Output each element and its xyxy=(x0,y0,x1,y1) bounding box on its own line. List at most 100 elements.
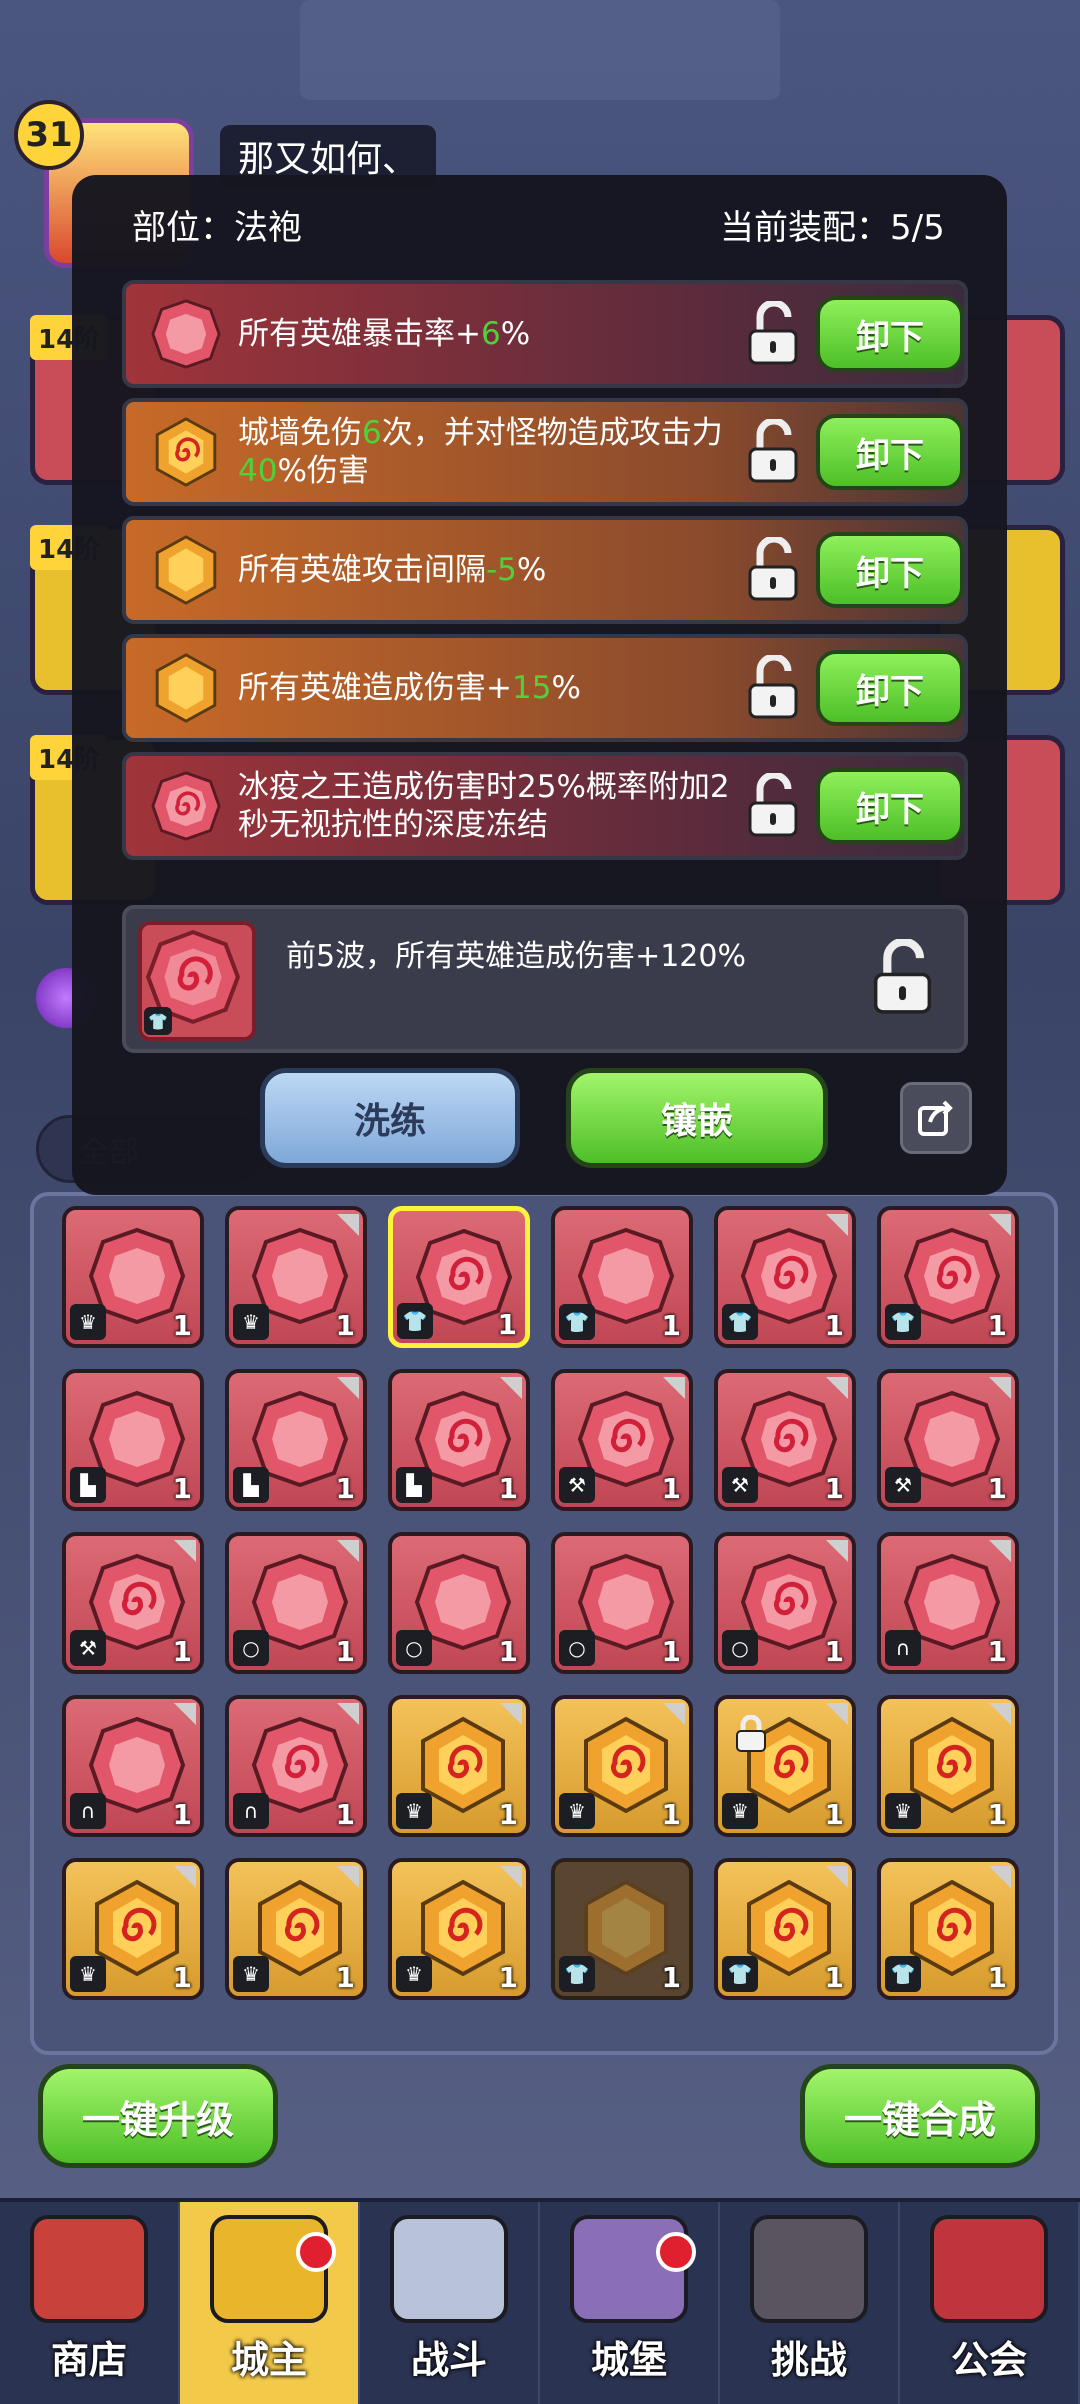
gem-slot[interactable]: 👕 1 xyxy=(551,1206,693,1348)
equipped-gem-row: 所有英雄暴击率+6% 卸下 xyxy=(122,280,968,388)
shirt-slot-icon: 👕 xyxy=(559,1304,595,1340)
gem-inventory-grid: ♛ 1 ♛ 1 👕 1 👕 1 👕 1 👕 1 ▙ 1 ▙ 1 ▙ 1 ⚒ 1 ⚒ 1 ⚒ 1 ⚒ 1 ○ 1 ○ 1 ○ 1 ○ 1 ∩ 1 ∩ 1 ∩ 1… xyxy=(30,1192,1058,2055)
unlock-icon[interactable] xyxy=(746,537,806,603)
gold-gem-icon xyxy=(150,652,222,724)
gem-slot[interactable]: ∩ 1 xyxy=(877,1532,1019,1674)
gem-slot[interactable]: ♛ 1 xyxy=(877,1695,1019,1837)
row-text-c: %伤害 xyxy=(277,453,369,489)
refine-button[interactable]: 洗练 xyxy=(260,1068,520,1168)
unlock-icon[interactable] xyxy=(746,773,806,839)
gem-slot[interactable]: 👕 1 xyxy=(714,1206,856,1348)
shirt-slot-icon: 👕 xyxy=(885,1304,921,1340)
lock-icon xyxy=(736,1715,766,1752)
gem-slot[interactable]: ○ 1 xyxy=(225,1532,367,1674)
row-text-b: % xyxy=(551,670,581,706)
gem-slot[interactable]: ⚒ 1 xyxy=(714,1369,856,1511)
gem-slot[interactable]: 👕 1 xyxy=(551,1858,693,2000)
slot-position-label: 部位：法袍 xyxy=(132,208,302,248)
gem-count: 1 xyxy=(661,1309,681,1342)
nav-item-crown[interactable]: 城主 xyxy=(180,2202,360,2404)
unequip-button[interactable]: 卸下 xyxy=(816,768,964,844)
row-text-a: 城墙免伤 xyxy=(238,415,362,451)
crown-slot-icon: ♛ xyxy=(885,1793,921,1829)
gem-slot[interactable]: 👕 1 xyxy=(714,1858,856,2000)
red-gem-icon xyxy=(150,770,222,842)
nav-label: 商店 xyxy=(50,2338,127,2382)
row-text-b: % xyxy=(516,552,547,588)
unequip-button[interactable]: 卸下 xyxy=(816,532,964,608)
merge-all-button[interactable]: 一键合成 xyxy=(800,2064,1040,2168)
gem-slot[interactable]: 👕 1 xyxy=(388,1206,530,1348)
unlock-icon[interactable] xyxy=(746,301,806,367)
gem-slot[interactable]: ♛ 1 xyxy=(62,1206,204,1348)
gem-slot[interactable]: ∩ 1 xyxy=(62,1695,204,1837)
gem-slot[interactable]: ♛ 1 xyxy=(551,1695,693,1837)
inlay-button[interactable]: 镶嵌 xyxy=(566,1068,828,1168)
nav-item-shop[interactable]: 商店 xyxy=(0,2202,180,2404)
gem-slot[interactable]: ♛ 1 xyxy=(225,1206,367,1348)
gem-count: 1 xyxy=(987,1635,1007,1668)
gem-slot[interactable]: ○ 1 xyxy=(388,1532,530,1674)
ring-slot-icon: ○ xyxy=(396,1630,432,1666)
crown-slot-icon: ♛ xyxy=(233,1304,269,1340)
nav-label: 城主 xyxy=(230,2338,307,2382)
unlock-icon[interactable] xyxy=(871,939,941,1017)
unequip-button[interactable]: 卸下 xyxy=(816,414,964,490)
gold-gem-icon xyxy=(150,416,222,488)
gem-slot[interactable]: ▙ 1 xyxy=(62,1369,204,1511)
nav-item-castle[interactable]: 城堡 xyxy=(540,2202,720,2404)
gem-slot[interactable]: ♛ 1 xyxy=(62,1858,204,2000)
gem-slot[interactable]: ♛ 1 xyxy=(388,1695,530,1837)
gem-slot[interactable]: ⚒ 1 xyxy=(877,1369,1019,1511)
gem-count: 1 xyxy=(498,1635,518,1668)
gem-slot[interactable]: ⚒ 1 xyxy=(62,1532,204,1674)
gem-slot[interactable]: ♛ 1 xyxy=(388,1858,530,2000)
row-text-a: 所有英雄暴击率+ xyxy=(238,316,481,352)
ring-slot-icon: ○ xyxy=(722,1630,758,1666)
upgrade-all-button[interactable]: 一键升级 xyxy=(38,2064,278,2168)
ring-slot-icon: ○ xyxy=(559,1630,595,1666)
gem-slot[interactable]: ♛ 1 xyxy=(714,1695,856,1837)
new-corner-icon xyxy=(500,1703,522,1725)
gem-count: 1 xyxy=(661,1961,681,1994)
gem-slot[interactable]: 👕 1 xyxy=(877,1206,1019,1348)
gem-count: 1 xyxy=(172,1635,192,1668)
nav-item-guild[interactable]: 公会 xyxy=(900,2202,1080,2404)
unlock-icon[interactable] xyxy=(746,419,806,485)
gem-count: 1 xyxy=(172,1798,192,1831)
unequip-button[interactable]: 卸下 xyxy=(816,650,964,726)
gem-effect-text: 所有英雄攻击间隔-5% xyxy=(238,551,734,589)
gem-count: 1 xyxy=(987,1961,1007,1994)
nav-item-swords[interactable]: 战斗 xyxy=(360,2202,540,2404)
equipped-gem-row: 冰疫之王造成伤害时25%概率附加2秒无视抗性的深度冻结 卸下 xyxy=(122,752,968,860)
gem-count: 1 xyxy=(497,1308,517,1341)
gem-slot[interactable]: ▙ 1 xyxy=(225,1369,367,1511)
boot-slot-icon: ▙ xyxy=(396,1467,432,1503)
gem-count: 1 xyxy=(824,1798,844,1831)
gem-count: 1 xyxy=(824,1635,844,1668)
boot-slot-icon: ▙ xyxy=(70,1467,106,1503)
share-button[interactable] xyxy=(900,1082,972,1154)
gem-effect-text: 所有英雄造成伤害+15% xyxy=(238,669,734,707)
row-value: -5 xyxy=(486,552,517,588)
nav-label: 公会 xyxy=(950,2338,1027,2382)
gem-slot[interactable]: ♛ 1 xyxy=(225,1858,367,2000)
gem-count: 1 xyxy=(335,1472,355,1505)
gem-slot[interactable]: ⚒ 1 xyxy=(551,1369,693,1511)
necklace-slot-icon: ∩ xyxy=(885,1630,921,1666)
gem-slot[interactable]: 👕 1 xyxy=(877,1858,1019,2000)
gem-count: 1 xyxy=(498,1472,518,1505)
gem-count: 1 xyxy=(498,1798,518,1831)
gem-count: 1 xyxy=(661,1472,681,1505)
gem-count: 1 xyxy=(335,1309,355,1342)
unlock-icon[interactable] xyxy=(746,655,806,721)
unequip-button[interactable]: 卸下 xyxy=(816,296,964,372)
red-gem-icon xyxy=(150,298,222,370)
gem-slot[interactable]: ∩ 1 xyxy=(225,1695,367,1837)
gem-slot[interactable]: ○ 1 xyxy=(714,1532,856,1674)
gem-count: 1 xyxy=(661,1798,681,1831)
crown-slot-icon: ♛ xyxy=(70,1956,106,1992)
gem-slot[interactable]: ○ 1 xyxy=(551,1532,693,1674)
nav-item-demon[interactable]: 挑战 xyxy=(720,2202,900,2404)
gem-slot[interactable]: ▙ 1 xyxy=(388,1369,530,1511)
